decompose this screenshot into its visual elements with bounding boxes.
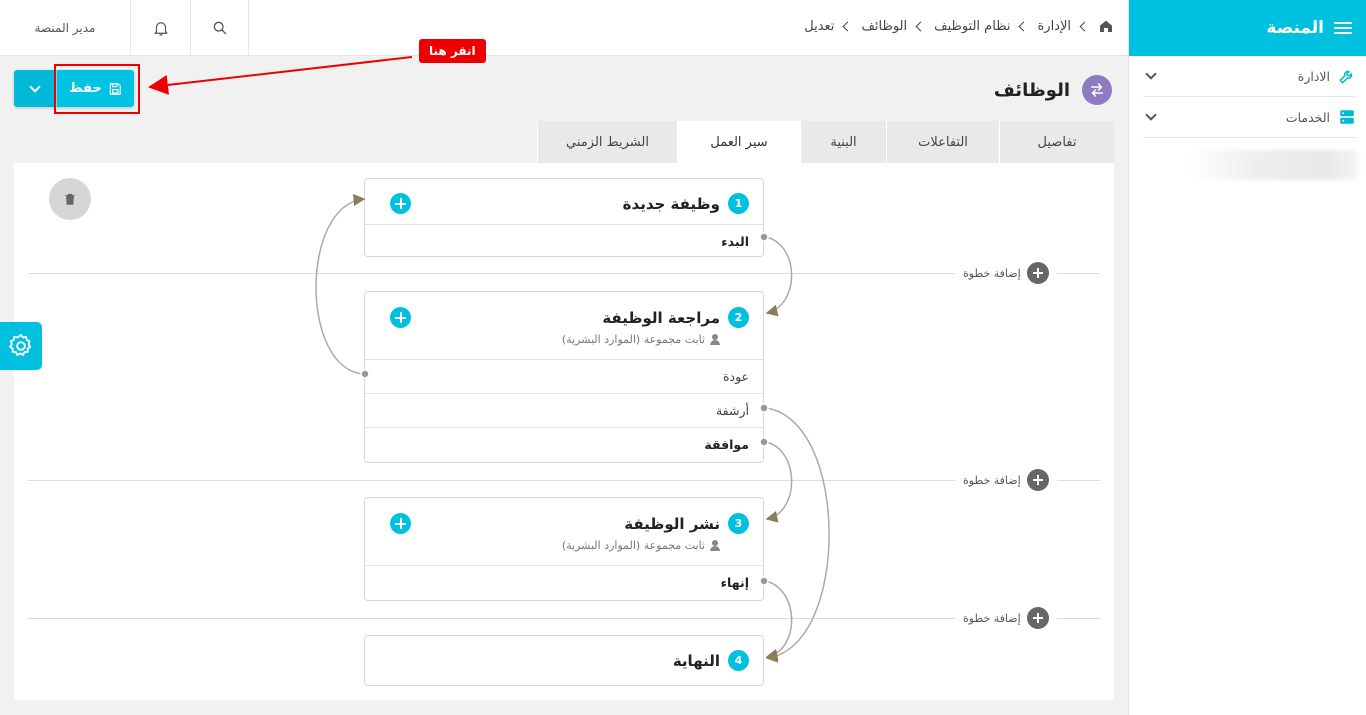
step-action[interactable]: البدء — [365, 224, 763, 258]
workflow-step-card: 4 النهاية — [364, 635, 764, 686]
breadcrumb-item[interactable]: نظام التوظيف — [934, 19, 1010, 34]
gear-icon — [9, 333, 32, 356]
sidebar-header[interactable]: المنصة — [1129, 0, 1366, 56]
step-action[interactable]: إنهاء — [365, 565, 763, 599]
chevron-down-icon — [1145, 109, 1157, 121]
step-header: 2 مراجعة الوظيفة ثابت مجموعة (الموارد ال… — [365, 292, 763, 359]
step-number-badge: 2 — [728, 307, 749, 328]
tab-interactions[interactable]: التفاعلات — [886, 121, 999, 163]
step-divider — [28, 480, 1100, 481]
annotation-arrow — [148, 56, 413, 95]
search-button[interactable] — [191, 0, 249, 56]
step-header: 4 النهاية — [365, 636, 763, 685]
workflow-step-card: 2 مراجعة الوظيفة ثابت مجموعة (الموارد ال… — [364, 291, 764, 463]
server-icon — [1340, 110, 1354, 124]
plus-icon — [1026, 262, 1049, 284]
breadcrumb: الإدارة نظام التوظيف الوظائف تعديل — [804, 18, 1114, 34]
chevron-down-icon — [29, 80, 41, 93]
step-title[interactable]: مراجعة الوظيفة — [602, 309, 720, 327]
chevron-icon — [915, 21, 926, 31]
workflow-step-card: 3 نشر الوظيفة ثابت مجموعة (الموارد البشر… — [364, 497, 764, 601]
step-assignee-text: ثابت مجموعة (الموارد البشرية) — [561, 333, 705, 346]
delete-button[interactable] — [49, 178, 91, 220]
add-action-button[interactable] — [390, 513, 411, 534]
add-step-button[interactable]: إضافة خطوة — [955, 469, 1057, 491]
step-number-badge: 1 — [728, 193, 749, 214]
home-icon[interactable] — [1098, 18, 1114, 34]
sidebar-item-services[interactable]: الخدمات — [1143, 97, 1356, 138]
step-assignee-text: ثابت مجموعة (الموارد البشرية) — [561, 539, 705, 552]
step-assignee: ثابت مجموعة (الموارد البشرية) — [379, 333, 720, 346]
tab-workflow[interactable]: سير العمل — [677, 121, 800, 163]
tabs: تفاصيل التفاعلات البنية سير العمل الشريط… — [537, 121, 1114, 163]
chevron-down-icon — [1145, 68, 1157, 80]
page-title: الوظائف — [994, 75, 1112, 105]
annotation-highlight-box — [54, 64, 140, 114]
search-icon — [213, 21, 226, 35]
trash-icon — [65, 193, 75, 205]
step-divider — [28, 273, 1100, 274]
swap-arrows-icon — [1082, 75, 1112, 105]
chevron-icon — [842, 21, 853, 31]
step-action[interactable]: أرشفة — [365, 393, 763, 427]
add-step-label: إضافة خطوة — [963, 266, 1021, 280]
step-number-badge: 4 — [728, 650, 749, 671]
add-action-button[interactable] — [390, 307, 411, 328]
sidebar-item-label: الخدمات — [1285, 109, 1330, 125]
step-title[interactable]: النهاية — [673, 652, 720, 670]
add-action-button[interactable] — [390, 193, 411, 214]
add-step-button[interactable]: إضافة خطوة — [955, 607, 1057, 629]
user-icon — [710, 540, 720, 551]
menu-icon[interactable] — [1334, 21, 1352, 35]
plus-icon — [1026, 607, 1049, 629]
add-step-button[interactable]: إضافة خطوة — [955, 262, 1057, 284]
workflow-step-card: 1 وظيفة جديدة البدء — [364, 178, 764, 257]
sidebar-item-administration[interactable]: الادارة — [1143, 56, 1356, 97]
step-divider — [28, 618, 1100, 619]
tab-timeline[interactable]: الشريط الزمني — [537, 121, 677, 163]
user-icon — [710, 334, 720, 345]
sidebar: المنصة الادارة الخدمات — [1128, 0, 1366, 715]
step-header: 3 نشر الوظيفة ثابت مجموعة (الموارد البشر… — [365, 498, 763, 565]
chevron-icon — [1019, 21, 1029, 31]
annotation-label: انقر هنا — [419, 39, 486, 63]
save-options-dropdown[interactable] — [14, 70, 56, 107]
step-number-badge: 3 — [728, 513, 749, 534]
settings-button[interactable] — [0, 322, 42, 370]
add-step-label: إضافة خطوة — [963, 473, 1021, 487]
blurred-menu-item — [1189, 150, 1358, 180]
page-title-text: الوظائف — [993, 79, 1070, 101]
user-menu[interactable]: مدير المنصة — [0, 0, 131, 56]
wrench-icon — [1339, 70, 1353, 84]
breadcrumb-current: تعديل — [804, 18, 835, 34]
tab-structure[interactable]: البنية — [800, 121, 886, 163]
step-action[interactable]: موافقة — [365, 427, 763, 461]
bell-icon — [153, 22, 168, 36]
add-step-label: إضافة خطوة — [963, 611, 1021, 625]
tab-details[interactable]: تفاصيل — [999, 121, 1114, 163]
notifications-button[interactable] — [131, 0, 191, 56]
chevron-icon — [1079, 21, 1090, 31]
plus-icon — [1026, 469, 1049, 491]
topbar: مدير المنصة الإدارة نظام التوظيف الوظائف… — [0, 0, 1128, 56]
sidebar-title: المنصة — [1266, 18, 1324, 38]
step-assignee: ثابت مجموعة (الموارد البشرية) — [379, 539, 720, 552]
step-title[interactable]: نشر الوظيفة — [624, 515, 720, 533]
step-title[interactable]: وظيفة جديدة — [623, 195, 720, 213]
breadcrumb-item[interactable]: الإدارة — [1037, 19, 1071, 34]
step-action[interactable]: عودة — [365, 359, 763, 393]
sidebar-item-label: الادارة — [1297, 68, 1330, 84]
step-header: 1 وظيفة جديدة — [365, 179, 763, 224]
breadcrumb-item[interactable]: الوظائف — [861, 19, 907, 34]
